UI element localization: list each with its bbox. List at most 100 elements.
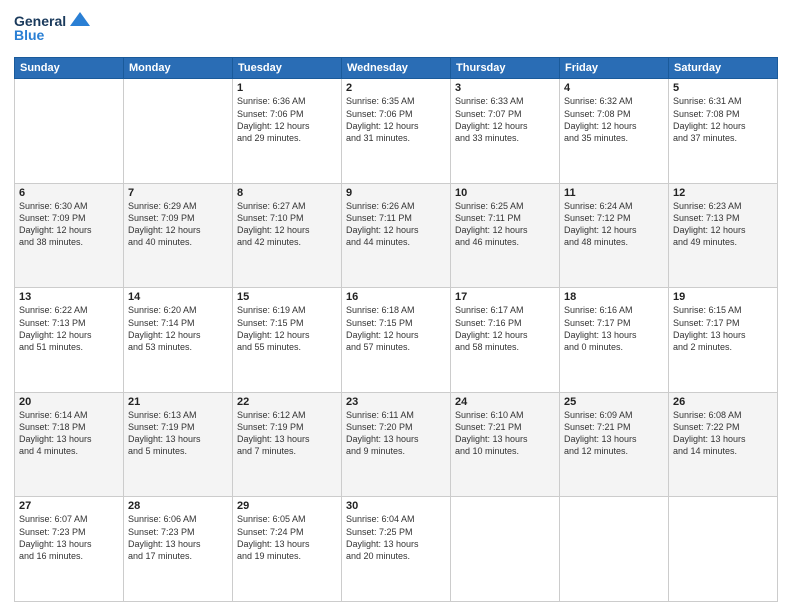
day-number: 7 <box>128 187 228 199</box>
day-number: 2 <box>346 82 446 94</box>
day-info: Sunrise: 6:24 AM Sunset: 7:12 PM Dayligh… <box>564 200 664 249</box>
day-cell: 17Sunrise: 6:17 AM Sunset: 7:16 PM Dayli… <box>451 288 560 393</box>
day-info: Sunrise: 6:27 AM Sunset: 7:10 PM Dayligh… <box>237 200 337 249</box>
day-info: Sunrise: 6:08 AM Sunset: 7:22 PM Dayligh… <box>673 409 773 458</box>
day-header-friday: Friday <box>560 58 669 79</box>
day-number: 26 <box>673 396 773 408</box>
day-info: Sunrise: 6:33 AM Sunset: 7:07 PM Dayligh… <box>455 95 555 144</box>
day-number: 19 <box>673 291 773 303</box>
day-number: 8 <box>237 187 337 199</box>
day-cell: 22Sunrise: 6:12 AM Sunset: 7:19 PM Dayli… <box>233 392 342 497</box>
day-number: 1 <box>237 82 337 94</box>
day-info: Sunrise: 6:07 AM Sunset: 7:23 PM Dayligh… <box>19 513 119 562</box>
day-cell: 28Sunrise: 6:06 AM Sunset: 7:23 PM Dayli… <box>124 497 233 602</box>
day-cell: 23Sunrise: 6:11 AM Sunset: 7:20 PM Dayli… <box>342 392 451 497</box>
day-info: Sunrise: 6:30 AM Sunset: 7:09 PM Dayligh… <box>19 200 119 249</box>
day-number: 17 <box>455 291 555 303</box>
day-info: Sunrise: 6:29 AM Sunset: 7:09 PM Dayligh… <box>128 200 228 249</box>
day-info: Sunrise: 6:20 AM Sunset: 7:14 PM Dayligh… <box>128 304 228 353</box>
day-cell: 4Sunrise: 6:32 AM Sunset: 7:08 PM Daylig… <box>560 79 669 184</box>
header-row: SundayMondayTuesdayWednesdayThursdayFrid… <box>15 58 778 79</box>
day-number: 11 <box>564 187 664 199</box>
day-cell: 11Sunrise: 6:24 AM Sunset: 7:12 PM Dayli… <box>560 183 669 288</box>
day-number: 6 <box>19 187 119 199</box>
day-number: 15 <box>237 291 337 303</box>
day-cell: 12Sunrise: 6:23 AM Sunset: 7:13 PM Dayli… <box>669 183 778 288</box>
day-header-monday: Monday <box>124 58 233 79</box>
day-info: Sunrise: 6:18 AM Sunset: 7:15 PM Dayligh… <box>346 304 446 353</box>
day-cell <box>669 497 778 602</box>
day-info: Sunrise: 6:05 AM Sunset: 7:24 PM Dayligh… <box>237 513 337 562</box>
day-info: Sunrise: 6:16 AM Sunset: 7:17 PM Dayligh… <box>564 304 664 353</box>
day-info: Sunrise: 6:25 AM Sunset: 7:11 PM Dayligh… <box>455 200 555 249</box>
day-number: 10 <box>455 187 555 199</box>
day-number: 14 <box>128 291 228 303</box>
day-number: 23 <box>346 396 446 408</box>
day-info: Sunrise: 6:19 AM Sunset: 7:15 PM Dayligh… <box>237 304 337 353</box>
day-info: Sunrise: 6:14 AM Sunset: 7:18 PM Dayligh… <box>19 409 119 458</box>
day-info: Sunrise: 6:06 AM Sunset: 7:23 PM Dayligh… <box>128 513 228 562</box>
day-header-sunday: Sunday <box>15 58 124 79</box>
day-number: 20 <box>19 396 119 408</box>
day-cell <box>560 497 669 602</box>
day-info: Sunrise: 6:35 AM Sunset: 7:06 PM Dayligh… <box>346 95 446 144</box>
day-number: 3 <box>455 82 555 94</box>
day-cell: 24Sunrise: 6:10 AM Sunset: 7:21 PM Dayli… <box>451 392 560 497</box>
day-number: 24 <box>455 396 555 408</box>
day-cell: 25Sunrise: 6:09 AM Sunset: 7:21 PM Dayli… <box>560 392 669 497</box>
day-cell <box>124 79 233 184</box>
day-number: 12 <box>673 187 773 199</box>
day-number: 28 <box>128 500 228 512</box>
logo: General Blue <box>14 10 94 51</box>
day-cell: 9Sunrise: 6:26 AM Sunset: 7:11 PM Daylig… <box>342 183 451 288</box>
day-cell: 1Sunrise: 6:36 AM Sunset: 7:06 PM Daylig… <box>233 79 342 184</box>
day-cell: 10Sunrise: 6:25 AM Sunset: 7:11 PM Dayli… <box>451 183 560 288</box>
day-cell: 19Sunrise: 6:15 AM Sunset: 7:17 PM Dayli… <box>669 288 778 393</box>
day-cell: 18Sunrise: 6:16 AM Sunset: 7:17 PM Dayli… <box>560 288 669 393</box>
week-row-2: 6Sunrise: 6:30 AM Sunset: 7:09 PM Daylig… <box>15 183 778 288</box>
day-info: Sunrise: 6:23 AM Sunset: 7:13 PM Dayligh… <box>673 200 773 249</box>
day-cell: 13Sunrise: 6:22 AM Sunset: 7:13 PM Dayli… <box>15 288 124 393</box>
day-cell: 21Sunrise: 6:13 AM Sunset: 7:19 PM Dayli… <box>124 392 233 497</box>
week-row-4: 20Sunrise: 6:14 AM Sunset: 7:18 PM Dayli… <box>15 392 778 497</box>
day-info: Sunrise: 6:22 AM Sunset: 7:13 PM Dayligh… <box>19 304 119 353</box>
day-header-saturday: Saturday <box>669 58 778 79</box>
day-cell: 14Sunrise: 6:20 AM Sunset: 7:14 PM Dayli… <box>124 288 233 393</box>
day-info: Sunrise: 6:12 AM Sunset: 7:19 PM Dayligh… <box>237 409 337 458</box>
day-cell: 3Sunrise: 6:33 AM Sunset: 7:07 PM Daylig… <box>451 79 560 184</box>
day-info: Sunrise: 6:15 AM Sunset: 7:17 PM Dayligh… <box>673 304 773 353</box>
day-number: 25 <box>564 396 664 408</box>
day-info: Sunrise: 6:13 AM Sunset: 7:19 PM Dayligh… <box>128 409 228 458</box>
day-info: Sunrise: 6:10 AM Sunset: 7:21 PM Dayligh… <box>455 409 555 458</box>
svg-text:Blue: Blue <box>14 27 45 43</box>
day-number: 16 <box>346 291 446 303</box>
week-row-3: 13Sunrise: 6:22 AM Sunset: 7:13 PM Dayli… <box>15 288 778 393</box>
week-row-1: 1Sunrise: 6:36 AM Sunset: 7:06 PM Daylig… <box>15 79 778 184</box>
day-cell: 6Sunrise: 6:30 AM Sunset: 7:09 PM Daylig… <box>15 183 124 288</box>
day-cell: 2Sunrise: 6:35 AM Sunset: 7:06 PM Daylig… <box>342 79 451 184</box>
day-cell <box>15 79 124 184</box>
day-cell: 26Sunrise: 6:08 AM Sunset: 7:22 PM Dayli… <box>669 392 778 497</box>
day-info: Sunrise: 6:17 AM Sunset: 7:16 PM Dayligh… <box>455 304 555 353</box>
day-header-wednesday: Wednesday <box>342 58 451 79</box>
page: General Blue SundayMondayTuesdayWednesda… <box>0 0 792 612</box>
day-info: Sunrise: 6:32 AM Sunset: 7:08 PM Dayligh… <box>564 95 664 144</box>
day-cell: 30Sunrise: 6:04 AM Sunset: 7:25 PM Dayli… <box>342 497 451 602</box>
day-info: Sunrise: 6:11 AM Sunset: 7:20 PM Dayligh… <box>346 409 446 458</box>
day-number: 27 <box>19 500 119 512</box>
week-row-5: 27Sunrise: 6:07 AM Sunset: 7:23 PM Dayli… <box>15 497 778 602</box>
header: General Blue <box>14 10 778 51</box>
day-header-thursday: Thursday <box>451 58 560 79</box>
day-number: 22 <box>237 396 337 408</box>
day-cell <box>451 497 560 602</box>
day-info: Sunrise: 6:31 AM Sunset: 7:08 PM Dayligh… <box>673 95 773 144</box>
day-number: 29 <box>237 500 337 512</box>
calendar: SundayMondayTuesdayWednesdayThursdayFrid… <box>14 57 778 602</box>
day-info: Sunrise: 6:09 AM Sunset: 7:21 PM Dayligh… <box>564 409 664 458</box>
day-header-tuesday: Tuesday <box>233 58 342 79</box>
day-cell: 27Sunrise: 6:07 AM Sunset: 7:23 PM Dayli… <box>15 497 124 602</box>
day-number: 9 <box>346 187 446 199</box>
day-cell: 5Sunrise: 6:31 AM Sunset: 7:08 PM Daylig… <box>669 79 778 184</box>
day-cell: 15Sunrise: 6:19 AM Sunset: 7:15 PM Dayli… <box>233 288 342 393</box>
day-cell: 20Sunrise: 6:14 AM Sunset: 7:18 PM Dayli… <box>15 392 124 497</box>
